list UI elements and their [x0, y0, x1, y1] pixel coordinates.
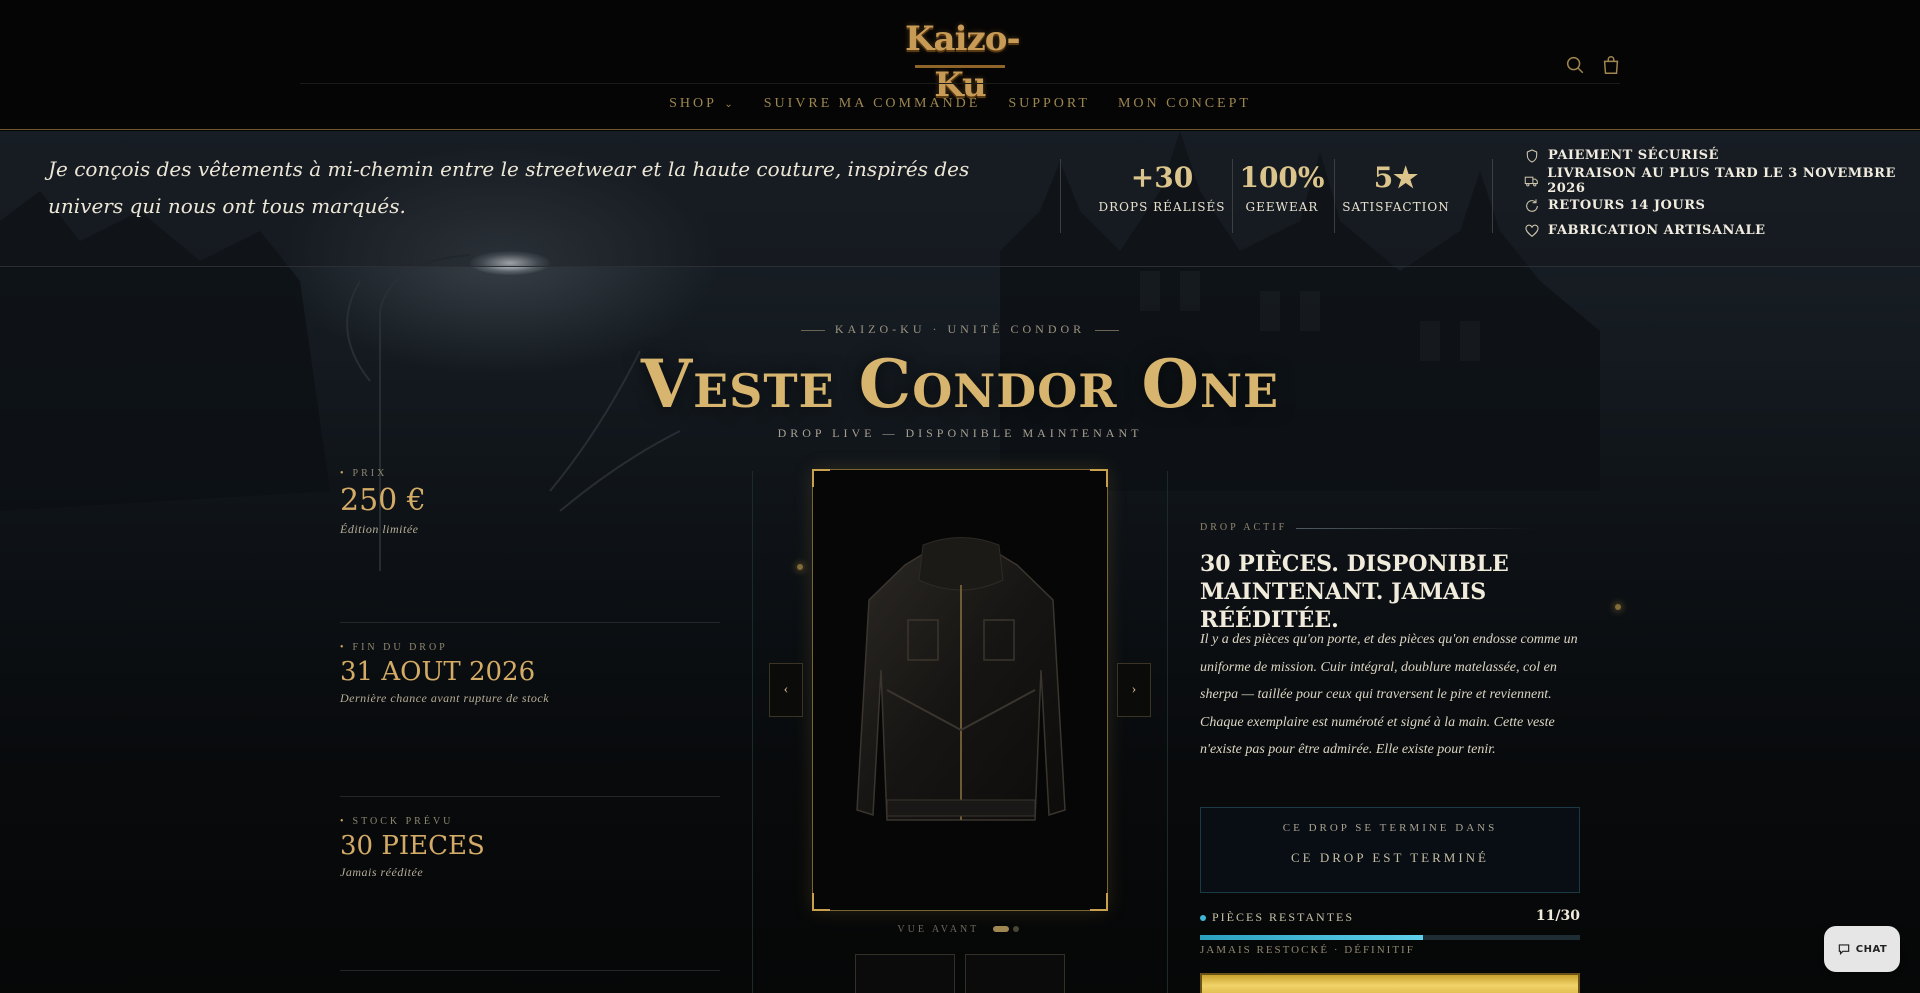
view-label-text: VUE AVANT	[897, 924, 980, 935]
stock-count: 11/30	[1535, 908, 1580, 924]
spec-divider	[340, 796, 720, 797]
main-nav: SHOP ⌄ SUIVRE MA COMMANDE SUPPORT MON CO…	[0, 96, 1920, 112]
spec-divider	[340, 970, 720, 971]
trust-item: FABRICATION ARTISANALE	[1524, 218, 1920, 243]
site-header: Kaizo-Ku SHOP ⌄ SUIVRE MA COMMANDE SUPPO…	[0, 0, 1920, 130]
cart-icon[interactable]	[1600, 54, 1622, 76]
chat-label: CHAT	[1855, 943, 1888, 955]
gallery-thumbnail[interactable]	[855, 954, 955, 993]
logo-text: Kaizo-Ku	[905, 19, 1021, 105]
buy-button[interactable]	[1200, 973, 1580, 993]
stock-value: 30 PIECES	[340, 831, 485, 861]
kicker-line	[1095, 329, 1120, 331]
spec-divider	[340, 622, 720, 623]
spec-stock: • STOCK PRÉVU 30 PIECES Jamais rééditée	[340, 816, 720, 880]
trust-item: PAIEMENT SÉCURISÉ	[1524, 143, 1920, 168]
chevron-down-icon: ⌄	[718, 99, 736, 110]
gallery-dot-active[interactable]	[992, 926, 1009, 933]
spec-note: Jamais rééditée	[340, 865, 424, 879]
stat-satisfaction: 5★ SATISFACTION	[1326, 161, 1466, 214]
spec-label: • STOCK PRÉVU	[340, 816, 720, 827]
info-band: Je conçois des vêtements à mi-chemin ent…	[0, 131, 1920, 267]
stat-value: +30	[1130, 161, 1194, 194]
stock-row: PIÈCES RESTANTES 11/30	[1200, 908, 1580, 928]
chat-bubble-icon	[1838, 944, 1849, 956]
trust-list: PAIEMENT SÉCURISÉ LIVRAISON AU PLUS TARD…	[1524, 143, 1920, 243]
bullet-icon: •	[340, 468, 347, 479]
header-divider	[300, 83, 1620, 84]
spec-note: Dernière chance avant rupture de stock	[340, 691, 550, 705]
nav-item-support[interactable]: SUPPORT	[1008, 96, 1090, 112]
truck-icon	[1524, 176, 1538, 186]
spark-decoration	[1615, 604, 1621, 610]
spark-decoration	[797, 564, 803, 570]
trust-label: RETOURS 14 JOURS	[1548, 198, 1706, 213]
product-title: Veste Condor One	[640, 345, 1280, 423]
stock-progress-fill	[1200, 935, 1423, 940]
heart-icon	[1525, 224, 1539, 237]
product-subtitle: DROP LIVE — DISPONIBLE MAINTENANT	[777, 426, 1143, 440]
shield-icon	[1526, 148, 1538, 163]
stock-label-text: PIÈCES RESTANTES	[1212, 910, 1355, 924]
product-headline: 30 PIÈCES. DISPONIBLE MAINTENANT. JAMAIS…	[1200, 551, 1509, 633]
product-description: Il y a des pièces qu'on porte, et des pi…	[1200, 632, 1578, 757]
nav-item-shop[interactable]: SHOP ⌄	[669, 96, 736, 112]
countdown-box: CE DROP SE TERMINE DANS CE DROP EST TERM…	[1200, 807, 1580, 893]
spec-label: • PRIX	[340, 468, 720, 479]
refresh-icon	[1526, 198, 1538, 212]
gallery-dots	[992, 924, 1023, 935]
countdown-status: CE DROP EST TERMINÉ	[1291, 850, 1489, 865]
nav-shop-label: SHOP	[669, 96, 717, 111]
spec-price: • PRIX 250 € Édition limitée	[340, 468, 720, 537]
stock-label: PIÈCES RESTANTES	[1200, 910, 1354, 925]
spec-note: Édition limitée	[340, 522, 419, 536]
trust-label: FABRICATION ARTISANALE	[1548, 223, 1766, 238]
status-dot-icon	[1200, 915, 1206, 922]
stat-drops: +30 DROPS RÉALISÉS	[1092, 161, 1232, 214]
trust-item: RETOURS 14 JOURS	[1524, 193, 1920, 218]
spec-label-text: FIN DU DROP	[352, 642, 448, 653]
trust-item: LIVRAISON AU PLUS TARD LE 3 NOVEMBRE 202…	[1524, 165, 1920, 196]
stat-label: SATISFACTION	[1342, 200, 1450, 214]
brand-quote: Je conçois des vêtements à mi-chemin ent…	[48, 157, 970, 218]
price-value: 250 €	[340, 483, 426, 518]
countdown-label: CE DROP SE TERMINE DANS	[1282, 822, 1498, 834]
gallery-next-button[interactable]: ›	[1117, 663, 1151, 717]
product-kicker: KAIZO-KU · UNITÉ CONDOR	[0, 322, 1920, 337]
bullet-icon: •	[340, 642, 347, 653]
gallery-dot[interactable]	[1012, 926, 1019, 933]
search-icon[interactable]	[1564, 54, 1586, 76]
bullet-icon: •	[340, 816, 347, 827]
leather-jacket-image	[856, 537, 1066, 821]
spec-label-text: PRIX	[352, 468, 388, 479]
drop-label-line	[1296, 528, 1536, 529]
column-divider	[752, 471, 753, 993]
product-image-frame[interactable]	[812, 469, 1108, 911]
spec-label: • FIN DU DROP	[340, 642, 720, 653]
trust-label: LIVRAISON AU PLUS TARD LE 3 NOVEMBRE 202…	[1547, 165, 1896, 196]
stat-label: DROPS RÉALISÉS	[1098, 200, 1226, 214]
nav-item-mon-concept[interactable]: MON CONCEPT	[1118, 96, 1251, 112]
column-divider	[1167, 471, 1168, 993]
brand-logo[interactable]: Kaizo-Ku	[905, 16, 1021, 105]
gallery-prev-button[interactable]: ‹	[769, 663, 803, 717]
band-separator	[1060, 159, 1061, 233]
stat-value: 5★	[1373, 161, 1419, 194]
gallery-view-label: VUE AVANT	[0, 924, 1920, 935]
chat-button[interactable]: CHAT	[1824, 926, 1900, 972]
stock-note: JAMAIS RESTOCKÉ · DÉFINITIF	[1200, 944, 1415, 956]
end-date-value: 31 AOUT 2026	[340, 657, 536, 687]
trust-label: PAIEMENT SÉCURISÉ	[1548, 148, 1719, 163]
logo-underline	[915, 65, 1005, 68]
stock-progress-bar	[1200, 935, 1580, 940]
band-separator	[1492, 159, 1493, 233]
spec-label-text: STOCK PRÉVU	[352, 816, 454, 827]
kicker-line	[800, 329, 825, 331]
nav-item-suivre-commande[interactable]: SUIVRE MA COMMANDE	[764, 96, 981, 112]
kicker-text: KAIZO-KU · UNITÉ CONDOR	[834, 322, 1086, 336]
drop-status-label: DROP ACTIF	[1200, 522, 1288, 533]
gallery-thumbnail[interactable]	[965, 954, 1065, 993]
spec-end-date: • FIN DU DROP 31 AOUT 2026 Dernière chanc…	[340, 642, 720, 706]
